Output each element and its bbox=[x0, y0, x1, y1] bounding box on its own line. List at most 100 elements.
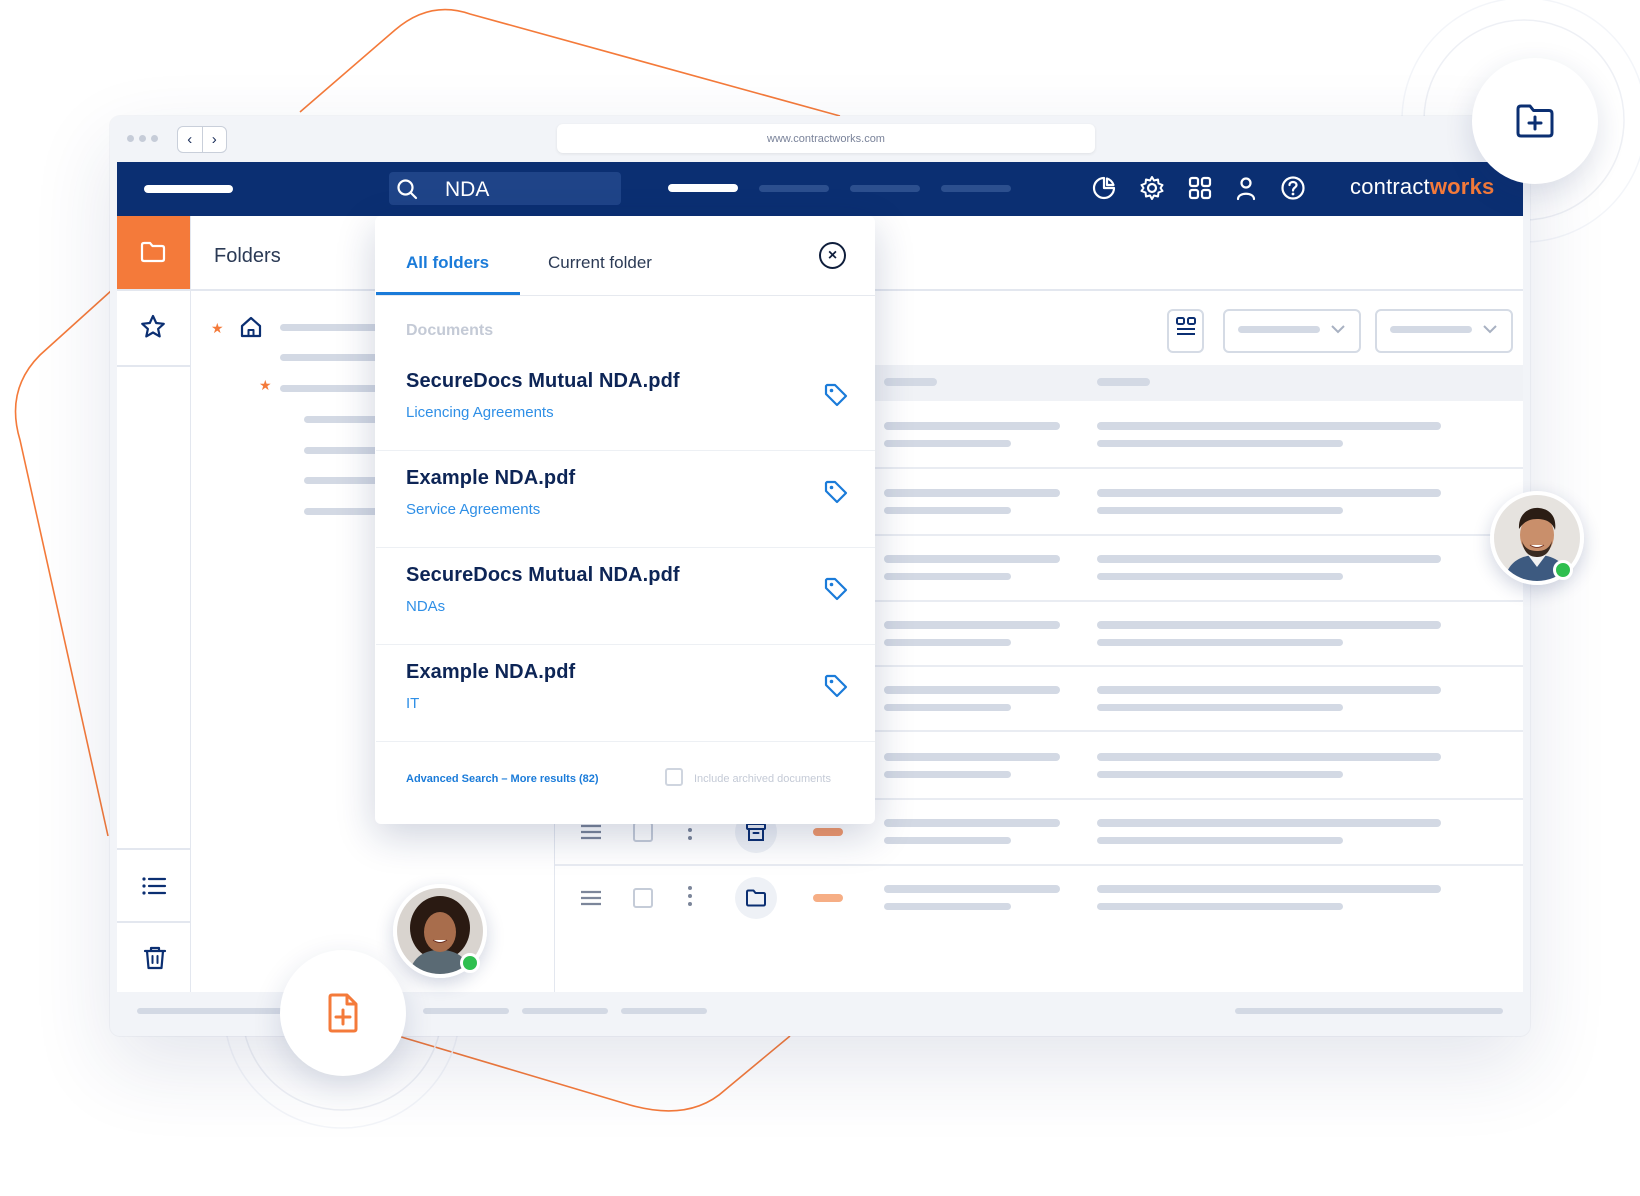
add-folder-button[interactable] bbox=[1472, 58, 1598, 184]
tree-item[interactable] bbox=[280, 385, 380, 392]
search-result-item[interactable]: Example NDA.pdf IT bbox=[376, 645, 875, 742]
status-badge bbox=[813, 828, 843, 836]
list-icon[interactable] bbox=[140, 872, 168, 900]
drag-handle-icon[interactable] bbox=[579, 822, 603, 842]
status-placeholder bbox=[522, 1008, 608, 1014]
table-cell bbox=[1097, 422, 1441, 430]
table-cell bbox=[1097, 704, 1343, 711]
include-archived-checkbox[interactable] bbox=[665, 768, 683, 786]
result-name: SecureDocs Mutual NDA.pdf bbox=[406, 564, 680, 586]
chevron-down-icon bbox=[1483, 325, 1497, 334]
tree-item[interactable] bbox=[304, 508, 380, 515]
window-dot bbox=[151, 135, 158, 142]
row-checkbox[interactable] bbox=[633, 822, 653, 842]
column-header bbox=[884, 378, 937, 386]
help-icon[interactable] bbox=[1279, 174, 1307, 202]
tag-icon[interactable] bbox=[823, 576, 849, 602]
tab-all-folders[interactable]: All folders bbox=[406, 253, 489, 273]
nav-tab[interactable] bbox=[759, 185, 829, 192]
nav-tab[interactable] bbox=[850, 185, 920, 192]
table-cell bbox=[1097, 639, 1343, 646]
status-badge bbox=[813, 894, 843, 902]
grid-icon[interactable] bbox=[1186, 174, 1214, 202]
close-icon: × bbox=[827, 246, 838, 264]
include-archived-label: Include archived documents bbox=[694, 773, 831, 785]
online-status-indicator bbox=[460, 953, 480, 973]
online-status-indicator bbox=[1553, 560, 1573, 580]
tag-icon[interactable] bbox=[823, 673, 849, 699]
status-placeholder bbox=[621, 1008, 707, 1014]
search-result-item[interactable]: SecureDocs Mutual NDA.pdf NDAs bbox=[376, 548, 875, 645]
tag-icon[interactable] bbox=[823, 382, 849, 408]
result-folder[interactable]: Licencing Agreements bbox=[406, 404, 554, 421]
home-icon[interactable] bbox=[239, 315, 263, 339]
search-value[interactable]: NDA bbox=[445, 178, 489, 202]
result-folder[interactable]: NDAs bbox=[406, 598, 445, 615]
divider bbox=[117, 289, 190, 291]
divider bbox=[117, 921, 190, 923]
search-result-item[interactable]: SecureDocs Mutual NDA.pdf Licencing Agre… bbox=[376, 354, 875, 451]
table-cell bbox=[884, 771, 1011, 778]
gear-icon[interactable] bbox=[1138, 174, 1166, 202]
result-name: SecureDocs Mutual NDA.pdf bbox=[406, 370, 680, 392]
table-cell bbox=[884, 440, 1011, 447]
table-cell bbox=[884, 555, 1060, 563]
tree-item[interactable] bbox=[304, 477, 380, 484]
forward-button[interactable]: › bbox=[203, 127, 227, 152]
result-folder[interactable]: IT bbox=[406, 695, 419, 712]
dropdown-placeholder bbox=[1238, 326, 1320, 333]
pie-chart-icon[interactable] bbox=[1090, 174, 1118, 202]
row-divider bbox=[555, 864, 1523, 866]
table-cell bbox=[884, 686, 1060, 694]
back-button[interactable]: ‹ bbox=[178, 127, 203, 152]
table-cell bbox=[884, 621, 1060, 629]
result-name: Example NDA.pdf bbox=[406, 661, 576, 683]
status-placeholder bbox=[1235, 1008, 1503, 1014]
table-cell bbox=[884, 903, 1011, 910]
folder-plus-icon bbox=[1516, 104, 1554, 138]
result-folder[interactable]: Service Agreements bbox=[406, 501, 540, 518]
search-input[interactable] bbox=[389, 172, 621, 205]
more-options-icon[interactable] bbox=[688, 886, 692, 910]
table-cell bbox=[1097, 573, 1343, 580]
table-cell bbox=[1097, 903, 1343, 910]
logo-text-accent: works bbox=[1429, 174, 1495, 199]
tree-item[interactable] bbox=[304, 447, 380, 454]
tree-item[interactable] bbox=[280, 354, 380, 361]
tree-item[interactable] bbox=[304, 416, 380, 423]
table-cell bbox=[1097, 837, 1343, 844]
url-bar[interactable]: www.contractworks.com bbox=[557, 124, 1095, 153]
nav-tab[interactable] bbox=[941, 185, 1011, 192]
tag-icon[interactable] bbox=[823, 479, 849, 505]
folder-icon bbox=[746, 889, 766, 907]
table-cell bbox=[884, 639, 1011, 646]
divider bbox=[117, 365, 190, 367]
star-icon[interactable] bbox=[139, 313, 167, 341]
table-cell bbox=[1097, 753, 1441, 761]
row-checkbox[interactable] bbox=[633, 888, 653, 908]
drag-handle-icon[interactable] bbox=[579, 888, 603, 908]
add-document-button[interactable] bbox=[280, 950, 406, 1076]
close-button[interactable]: × bbox=[819, 242, 846, 269]
search-result-item[interactable]: Example NDA.pdf Service Agreements bbox=[376, 451, 875, 548]
nav-tab-active[interactable] bbox=[668, 184, 738, 192]
archive-icon bbox=[746, 823, 766, 841]
advanced-search-link[interactable]: Advanced Search – More results (82) bbox=[406, 773, 599, 785]
user-icon[interactable] bbox=[1232, 174, 1260, 202]
tab-current-folder[interactable]: Current folder bbox=[548, 253, 652, 273]
tree-item[interactable] bbox=[280, 324, 380, 331]
grid-view-icon bbox=[1176, 317, 1196, 335]
browser-nav: ‹ › bbox=[177, 126, 227, 153]
tab-divider bbox=[376, 295, 875, 296]
status-placeholder bbox=[423, 1008, 509, 1014]
trash-icon[interactable] bbox=[141, 944, 169, 972]
table-cell bbox=[884, 885, 1060, 893]
table-cell bbox=[1097, 686, 1441, 694]
result-name: Example NDA.pdf bbox=[406, 467, 576, 489]
table-cell bbox=[1097, 489, 1441, 497]
search-icon bbox=[397, 179, 418, 200]
logo-text: contract bbox=[1350, 174, 1430, 199]
table-cell bbox=[884, 819, 1060, 827]
table-cell bbox=[1097, 885, 1441, 893]
tab-active-indicator bbox=[376, 292, 520, 295]
